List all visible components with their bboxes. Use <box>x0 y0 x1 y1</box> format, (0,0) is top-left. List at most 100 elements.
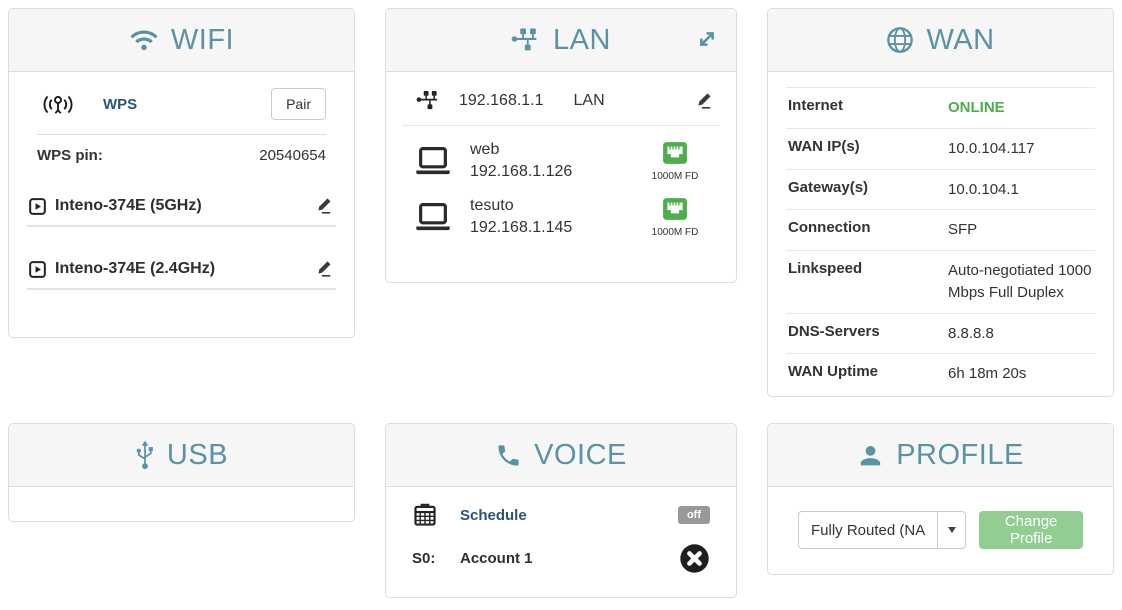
ssid-label: Inteno-374E (5GHz) <box>55 197 202 215</box>
voice-account-label: Account 1 <box>460 550 533 567</box>
voice-schedule-row: Schedule off <box>412 502 710 528</box>
profile-select[interactable]: Fully Routed (NA <box>798 511 966 549</box>
wan-row-label: Linkspeed <box>788 260 948 304</box>
ssid-row: Inteno-374E (2.4GHz) <box>27 259 336 290</box>
wan-status-table: Internet ONLINE WAN IP(s) 10.0.104.117 G… <box>786 87 1095 394</box>
caret-down-icon[interactable] <box>937 512 965 548</box>
lan-panel-header: LAN <box>386 9 736 72</box>
wan-panel: WAN Internet ONLINE WAN IP(s) 10.0.104.1… <box>767 8 1114 397</box>
voice-panel-body: Schedule off S0: Account 1 <box>386 502 736 574</box>
lan-gateway-ip: 192.168.1.1 <box>459 92 544 110</box>
profile-select-value: Fully Routed (NA <box>799 512 937 548</box>
voice-line-label: S0: <box>412 550 460 567</box>
voice-panel: VOICE Schedule off <box>385 423 737 598</box>
network-icon <box>416 90 441 111</box>
lan-client-row: web 192.168.1.126 1000M <box>414 139 708 182</box>
wan-row-value: Auto-negotiated 1000 Mbps Full Duplex <box>948 260 1093 304</box>
wps-pin-row: WPS pin: 20540654 <box>37 147 326 164</box>
lan-gateway-name: LAN <box>574 92 605 110</box>
edit-icon[interactable] <box>694 91 714 111</box>
voice-schedule-link[interactable]: Schedule <box>460 507 527 524</box>
wan-row: Linkspeed Auto-negotiated 1000 Mbps Full… <box>786 250 1095 313</box>
play-square-icon[interactable] <box>29 198 46 215</box>
wan-row: Connection SFP <box>786 209 1095 250</box>
wan-row-label: WAN Uptime <box>788 363 948 385</box>
wan-row-label: Internet <box>788 97 948 119</box>
lan-client-linkspeed: 1000M FD <box>642 227 708 238</box>
wan-panel-title: WAN <box>926 24 994 57</box>
lan-panel-body: 192.168.1.1 LAN web <box>386 72 736 238</box>
network-icon <box>511 27 541 53</box>
wps-row: WPS Pair <box>37 84 326 135</box>
wps-pin-value: 20540654 <box>259 147 326 164</box>
profile-panel-body: Fully Routed (NA Change Profile <box>768 487 1113 549</box>
usb-panel-body <box>9 487 354 523</box>
lan-client-hostname: tesuto <box>470 195 572 217</box>
wan-row-label: DNS-Servers <box>788 323 948 345</box>
profile-panel: PROFILE Fully Routed (NA Change Profile <box>767 423 1114 575</box>
lan-gateway-row: 192.168.1.1 LAN <box>402 72 720 126</box>
wan-row-value: 6h 18m 20s <box>948 363 1093 385</box>
wan-panel-header: WAN <box>768 9 1113 72</box>
calendar-icon <box>412 502 438 528</box>
router-dashboard: WIFI WPS Pair <box>0 0 1122 610</box>
laptop-icon <box>414 201 452 233</box>
wan-row: Internet ONLINE <box>786 87 1095 128</box>
wifi-panel-header: WIFI <box>9 9 354 72</box>
profile-panel-header: PROFILE <box>768 424 1113 487</box>
lan-panel-title: LAN <box>553 24 611 57</box>
wifi-panel-title: WIFI <box>171 24 234 57</box>
wan-row: Gateway(s) 10.0.104.1 <box>786 169 1095 210</box>
schedule-status-badge[interactable]: off <box>678 506 710 524</box>
ssid-label: Inteno-374E (2.4GHz) <box>55 260 215 278</box>
laptop-icon <box>414 145 452 177</box>
voice-panel-title: VOICE <box>534 439 627 472</box>
globe-icon <box>886 26 914 54</box>
lan-client-info: tesuto 192.168.1.145 <box>470 195 572 238</box>
wan-row-value: SFP <box>948 219 1093 241</box>
voice-account-row: S0: Account 1 <box>412 543 710 574</box>
lan-client-port: 1000M FD <box>642 196 708 238</box>
wan-row: DNS-Servers 8.8.8.8 <box>786 313 1095 354</box>
lan-client-hostname: web <box>470 139 572 161</box>
lan-panel: LAN <box>385 8 737 283</box>
wps-label: WPS <box>103 96 137 113</box>
play-square-icon[interactable] <box>29 261 46 278</box>
lan-client-row: tesuto 192.168.1.145 100 <box>414 195 708 238</box>
usb-icon <box>135 440 155 470</box>
voice-panel-header: VOICE <box>386 424 736 487</box>
person-icon <box>857 442 884 469</box>
lan-client-info: web 192.168.1.126 <box>470 139 572 182</box>
usb-panel-header: USB <box>9 424 354 487</box>
wan-row-value: 10.0.104.117 <box>948 138 1093 160</box>
wps-icon <box>41 92 75 117</box>
lan-client-ip: 192.168.1.126 <box>470 161 572 183</box>
wps-pair-button[interactable]: Pair <box>271 88 326 120</box>
wan-row-label: WAN IP(s) <box>788 138 948 160</box>
wan-row-value: 10.0.104.1 <box>948 179 1093 201</box>
edit-icon[interactable] <box>314 196 334 216</box>
profile-panel-title: PROFILE <box>896 439 1024 472</box>
ethernet-port-icon <box>662 140 688 166</box>
ssid-row: Inteno-374E (5GHz) <box>27 196 336 227</box>
usb-panel-title: USB <box>167 439 228 472</box>
edit-icon[interactable] <box>314 259 334 279</box>
lan-client-port: 1000M FD <box>642 140 708 182</box>
times-circle-icon[interactable] <box>679 543 710 574</box>
lan-client-linkspeed: 1000M FD <box>642 171 708 182</box>
lan-client-ip: 192.168.1.145 <box>470 217 572 239</box>
wan-row-value: 8.8.8.8 <box>948 323 1093 345</box>
expand-icon[interactable] <box>694 26 720 52</box>
wan-row: WAN IP(s) 10.0.104.117 <box>786 128 1095 169</box>
wan-row: WAN Uptime 6h 18m 20s <box>786 353 1095 394</box>
wifi-icon <box>129 28 159 52</box>
internet-status-badge: ONLINE <box>948 97 1093 119</box>
usb-panel: USB <box>8 423 355 522</box>
wifi-panel-body: WPS Pair WPS pin: 20540654 Inteno-374E (… <box>9 84 354 290</box>
phone-icon <box>495 442 522 469</box>
wps-pin-label: WPS pin: <box>37 147 103 164</box>
wifi-panel: WIFI WPS Pair <box>8 8 355 338</box>
change-profile-button[interactable]: Change Profile <box>979 511 1083 549</box>
ethernet-port-icon <box>662 196 688 222</box>
wan-row-label: Connection <box>788 219 948 241</box>
